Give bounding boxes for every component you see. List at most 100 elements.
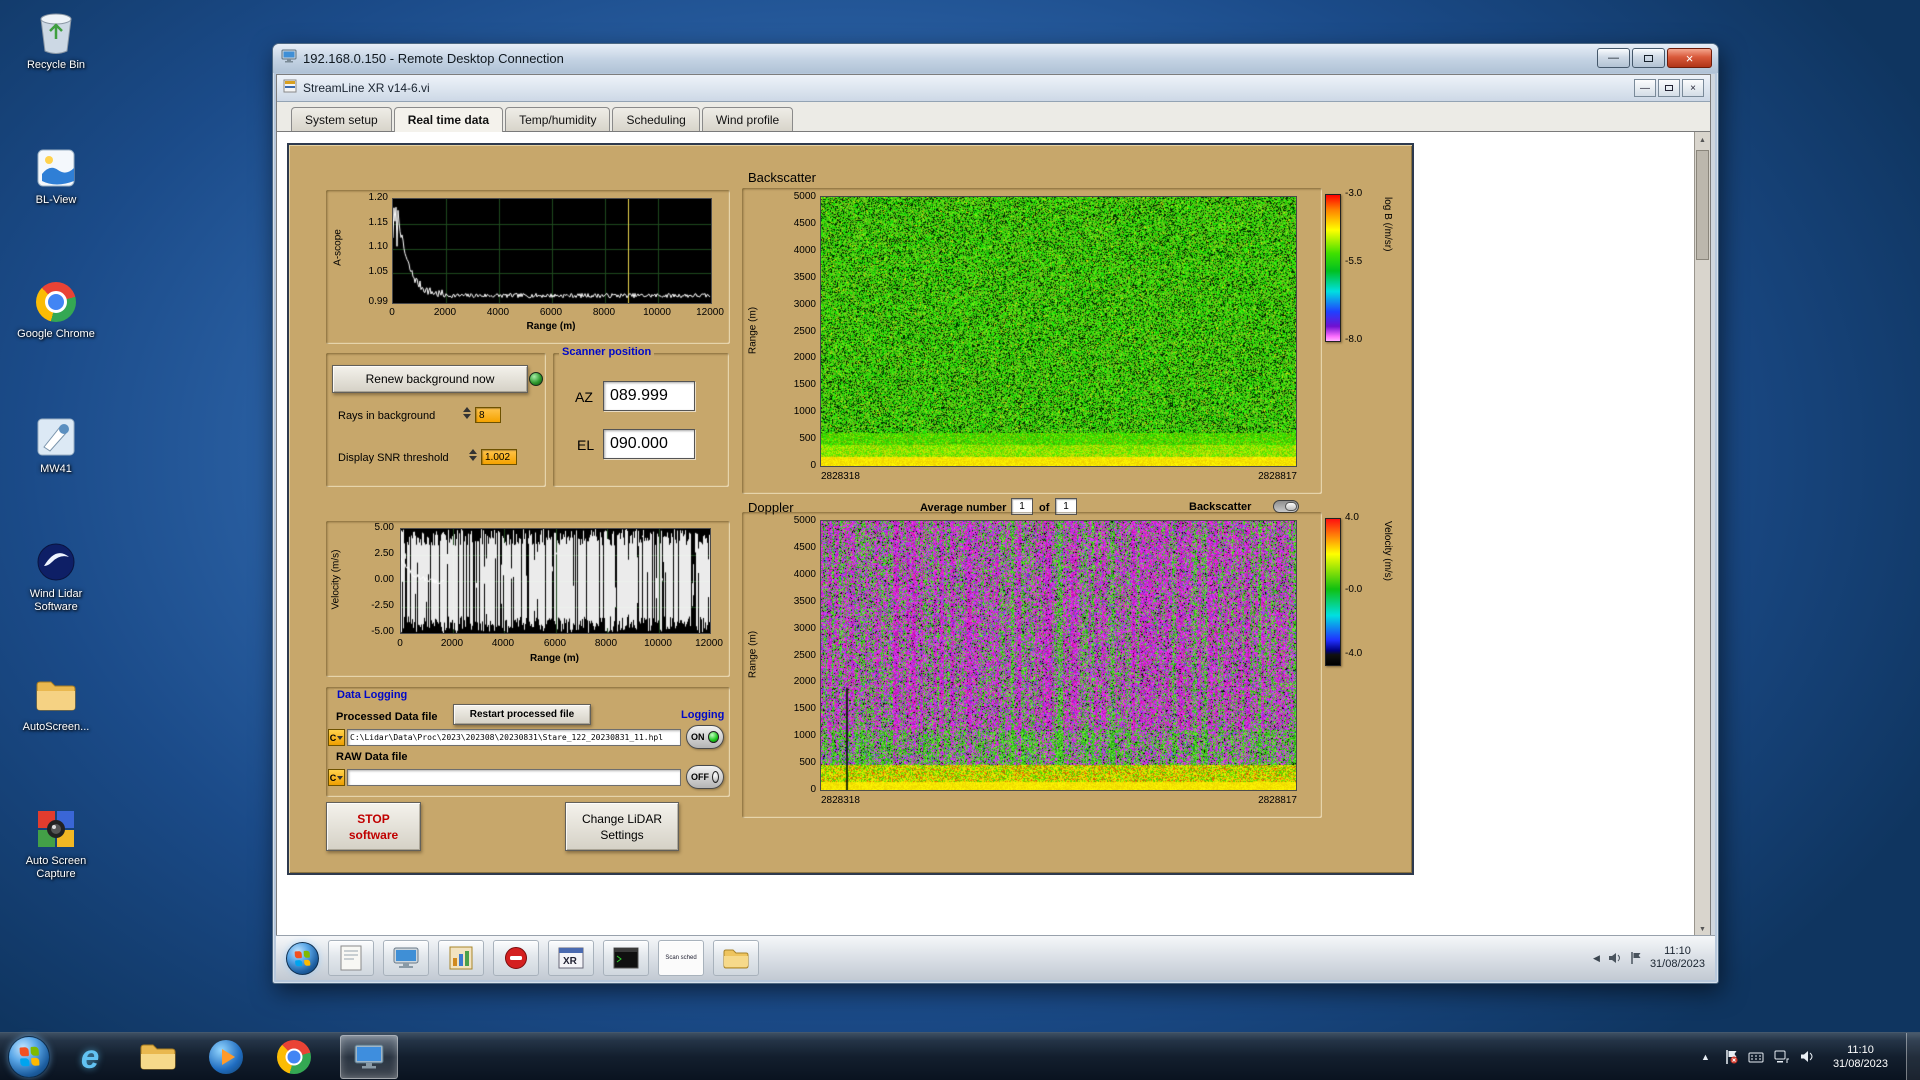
- desktop-icon-wind-lidar[interactable]: Wind Lidar Software: [10, 539, 102, 614]
- snr-threshold-value[interactable]: 1.002: [481, 449, 517, 465]
- rdp-maximize-button[interactable]: [1632, 48, 1665, 68]
- restart-processed-file-button[interactable]: Restart processed file: [453, 704, 591, 725]
- remote-start-button[interactable]: [286, 942, 319, 975]
- folder-icon: [33, 672, 79, 718]
- axis-tick: 5000: [776, 192, 816, 202]
- app-restore-button[interactable]: [1658, 79, 1680, 97]
- doppler-x-start: 2828318: [821, 795, 891, 806]
- raw-logging-toggle[interactable]: OFF: [686, 765, 724, 789]
- media-player-icon[interactable]: [204, 1035, 248, 1079]
- remote-taskbar: XR Scan sched ◀: [276, 935, 1715, 980]
- chrome-icon[interactable]: [272, 1035, 316, 1079]
- desktop-icon-bl-view[interactable]: BL-View: [10, 145, 102, 207]
- scrollbar-thumb[interactable]: [1696, 150, 1709, 260]
- internet-explorer-icon[interactable]: e: [68, 1035, 112, 1079]
- velocity-frame: Velocity (m/s) 5.00 2.50 0.00 -2.50 -5.0…: [326, 521, 730, 677]
- scan-sched-icon[interactable]: Scan sched: [658, 940, 704, 976]
- desktop-icon-recycle-bin[interactable]: Recycle Bin: [10, 10, 102, 72]
- axis-tick: 0: [776, 461, 816, 471]
- axis-tick: 0: [372, 308, 412, 318]
- axis-tick: 5000: [776, 516, 816, 526]
- svg-text:XR: XR: [563, 956, 578, 967]
- terminal-icon[interactable]: [603, 940, 649, 976]
- axis-tick: 2.50: [348, 549, 394, 559]
- desktop-icon-chrome[interactable]: Google Chrome: [10, 279, 102, 341]
- show-hidden-icons-button[interactable]: ▲: [1697, 1052, 1714, 1062]
- desktop-icon-label: Auto Screen Capture: [10, 855, 102, 881]
- windows-flag-icon: [295, 950, 311, 966]
- show-desktop-button[interactable]: [1906, 1033, 1920, 1080]
- axis-tick: 4000: [478, 308, 518, 318]
- tab-scheduling[interactable]: Scheduling: [612, 107, 699, 131]
- taskbar-clock[interactable]: 11:10 31/08/2023: [1833, 1043, 1888, 1071]
- app-minimize-button[interactable]: —: [1634, 79, 1656, 97]
- remote-monitor-icon[interactable]: [383, 940, 429, 976]
- velocity-plot[interactable]: [400, 528, 711, 634]
- tab-wind-profile[interactable]: Wind profile: [702, 107, 793, 131]
- rdp-minimize-button[interactable]: —: [1597, 48, 1630, 68]
- scroll-up-arrow[interactable]: ▲: [1695, 132, 1710, 148]
- colorbar-tick: -8.0: [1345, 335, 1375, 345]
- desktop-icon-auto-screen-capture[interactable]: Auto Screen Capture: [10, 806, 102, 881]
- el-value[interactable]: 090.000: [603, 429, 695, 459]
- desktop-icon-autoscreen[interactable]: AutoScreen...: [10, 672, 102, 734]
- remote-hidden-icons-arrow[interactable]: ◀: [1593, 953, 1600, 964]
- raw-drive-selector[interactable]: C: [328, 769, 345, 786]
- keyboard-icon[interactable]: [1748, 1050, 1764, 1064]
- change-lidar-settings-button[interactable]: Change LiDARSettings: [565, 802, 679, 851]
- toggle-label: OFF: [691, 772, 709, 782]
- renew-background-button[interactable]: Renew background now: [332, 365, 528, 393]
- axis-tick: 1000: [776, 731, 816, 741]
- ascope-plot[interactable]: [392, 198, 712, 304]
- remote-clock[interactable]: 11:10 31/08/2023: [1650, 945, 1705, 971]
- start-button[interactable]: [8, 1036, 50, 1078]
- processed-logging-toggle[interactable]: ON: [686, 725, 724, 749]
- tab-temp-humidity[interactable]: Temp/humidity: [505, 107, 610, 131]
- folder-icon[interactable]: [713, 940, 759, 976]
- rays-spinner[interactable]: [462, 407, 471, 419]
- desktop-icon-mw41[interactable]: MW41: [10, 414, 102, 476]
- scanner-position-frame: Scanner position AZ 089.999 EL 090.000: [553, 353, 729, 487]
- tab-system-setup[interactable]: System setup: [291, 107, 392, 131]
- backscatter-colorbar: [1325, 194, 1341, 342]
- volume-icon[interactable]: [1800, 1050, 1815, 1063]
- stop-software-button[interactable]: STOPsoftware: [326, 802, 421, 851]
- processed-drive-selector[interactable]: C: [328, 729, 345, 746]
- colorbar-tick: -4.0: [1345, 649, 1375, 659]
- axis-tick: 3000: [776, 300, 816, 310]
- app-titlebar[interactable]: StreamLine XR v14-6.vi — ×: [277, 75, 1710, 102]
- xr-window-icon[interactable]: XR: [548, 940, 594, 976]
- colorbar-tick: -3.0: [1345, 189, 1375, 199]
- app-close-button[interactable]: ×: [1682, 79, 1704, 97]
- stop-app-icon[interactable]: [493, 940, 539, 976]
- doppler-colorbar-label: Velocity (m/s): [1382, 521, 1393, 581]
- remote-desktop-taskbar-button[interactable]: [340, 1035, 398, 1079]
- axis-tick: 0: [776, 785, 816, 795]
- axis-tick: 10000: [638, 639, 678, 649]
- network-icon[interactable]: [1774, 1050, 1790, 1064]
- tab-bar: System setup Real time data Temp/humidit…: [277, 102, 1710, 132]
- rays-value[interactable]: 8: [475, 407, 501, 423]
- app-vertical-scrollbar[interactable]: ▲ ▼: [1694, 132, 1710, 937]
- az-value[interactable]: 089.999: [603, 381, 695, 411]
- el-label: EL: [577, 437, 594, 453]
- rdp-close-button[interactable]: ×: [1667, 48, 1712, 68]
- ascope-x-axis-label: Range (m): [392, 321, 710, 332]
- processed-path-input[interactable]: [347, 729, 681, 746]
- axis-tick: 2000: [776, 353, 816, 363]
- rdp-window: 192.168.0.150 - Remote Desktop Connectio…: [272, 43, 1719, 984]
- remote-notification-flag-icon[interactable]: [1630, 951, 1642, 965]
- desktop-icon-label: Google Chrome: [17, 328, 95, 341]
- file-explorer-icon[interactable]: [136, 1035, 180, 1079]
- snr-spinner[interactable]: [468, 449, 477, 461]
- remote-volume-icon[interactable]: [1608, 952, 1622, 964]
- rdp-titlebar[interactable]: 192.168.0.150 - Remote Desktop Connectio…: [273, 44, 1718, 73]
- notepad-icon[interactable]: [328, 940, 374, 976]
- action-center-flag-icon[interactable]: [1724, 1049, 1738, 1065]
- axis-tick: -2.50: [348, 601, 394, 611]
- backscatter-plot[interactable]: [820, 196, 1297, 467]
- raw-path-input[interactable]: [347, 769, 681, 786]
- doppler-plot[interactable]: [820, 520, 1297, 791]
- tab-real-time-data[interactable]: Real time data: [394, 107, 503, 132]
- chart-app-icon[interactable]: [438, 940, 484, 976]
